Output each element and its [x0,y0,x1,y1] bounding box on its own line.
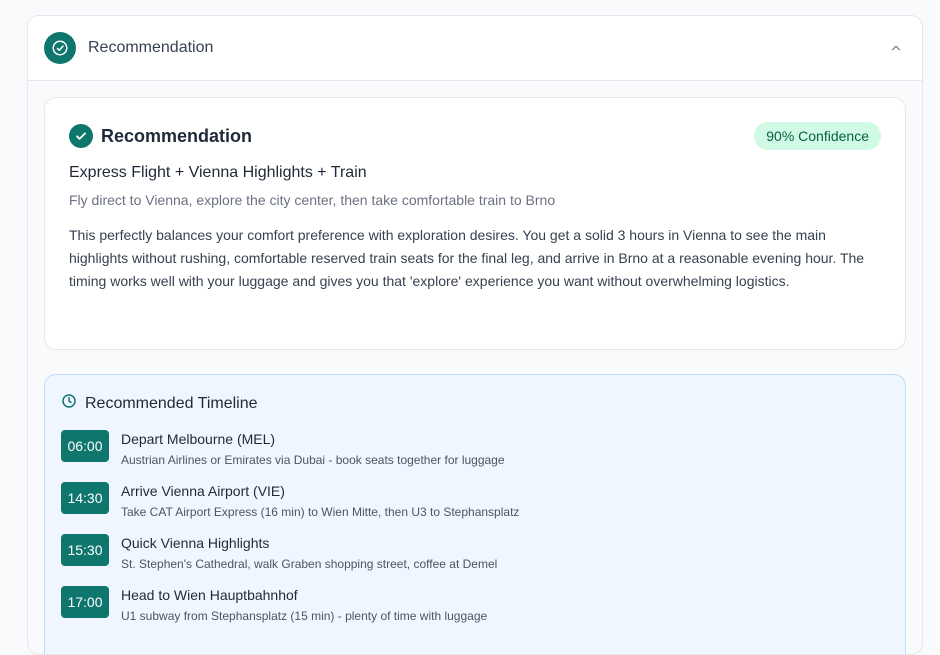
timeline-item: 14:30 Arrive Vienna Airport (VIE) Take C… [61,482,889,520]
time-badge: 15:30 [61,534,109,566]
timeline-item: 15:30 Quick Vienna Highlights St. Stephe… [61,534,889,572]
clock-icon [61,393,77,414]
timeline-event: Arrive Vienna Airport (VIE) [121,483,285,499]
option-subtitle: Fly direct to Vienna, explore the city c… [69,192,556,208]
recommendation-header: Recommendation 90% Confidence [69,122,881,150]
timeline-event: Head to Wien Hauptbahnhof [121,587,298,603]
recommendation-panel: Recommendation Recommendation 90% Confid… [27,15,923,655]
timeline-detail: U1 subway from Stephansplatz (15 min) - … [121,609,488,623]
timeline-card: Recommended Timeline 06:00 Depart Melbou… [44,374,906,654]
recommendation-title: Recommendation [101,125,253,146]
timeline-header: Recommended Timeline [61,393,889,414]
panel-header[interactable]: Recommendation [28,16,922,81]
timeline-list: 06:00 Depart Melbourne (MEL) Austrian Ai… [61,430,889,624]
option-title: Express Flight + Vienna Highlights + Tra… [69,164,367,181]
timeline-detail: Take CAT Airport Express (16 min) to Wie… [121,505,520,519]
time-badge: 14:30 [61,482,109,514]
circle-check-icon [44,32,76,64]
timeline-item: 17:00 Head to Wien Hauptbahnhof U1 subwa… [61,586,889,624]
panel-title: Recommendation [88,39,214,56]
time-badge: 17:00 [61,586,109,618]
recommendation-card: Recommendation 90% Confidence Express Fl… [44,97,906,350]
chevron-up-icon[interactable] [886,38,906,58]
time-badge: 06:00 [61,430,109,462]
check-icon [69,124,93,148]
panel-body: Recommendation 90% Confidence Express Fl… [28,81,922,654]
timeline-detail: St. Stephen's Cathedral, walk Graben sho… [121,557,498,571]
timeline-event: Quick Vienna Highlights [121,535,270,551]
option-description: This perfectly balances your comfort pre… [69,227,865,289]
timeline-title: Recommended Timeline [85,394,258,412]
timeline-detail: Austrian Airlines or Emirates via Dubai … [121,453,505,467]
timeline-item: 06:00 Depart Melbourne (MEL) Austrian Ai… [61,430,889,468]
timeline-event: Depart Melbourne (MEL) [121,431,276,447]
confidence-badge: 90% Confidence [754,122,881,150]
